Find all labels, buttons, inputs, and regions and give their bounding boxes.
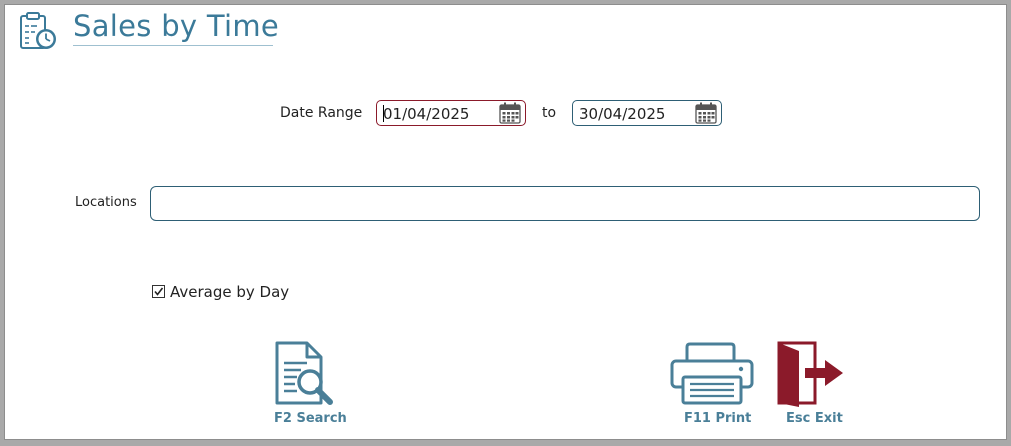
- calendar-icon[interactable]: [695, 102, 717, 124]
- sales-by-time-window: Sales by Time Date Range 01/04/2025 to 3…: [4, 4, 1007, 440]
- locations-label: Locations: [75, 195, 137, 210]
- average-by-day-checkbox[interactable]: [152, 285, 165, 298]
- title-underline: [73, 45, 273, 46]
- date-from-field[interactable]: 01/04/2025: [376, 100, 526, 126]
- document-search-icon: [273, 341, 343, 411]
- date-to-field[interactable]: 30/04/2025: [572, 100, 722, 126]
- exit-button[interactable]: Esc Exit: [775, 341, 847, 427]
- locations-field[interactable]: [150, 186, 980, 221]
- exit-door-icon: [775, 341, 847, 411]
- calendar-icon[interactable]: [499, 102, 521, 124]
- clipboard-clock-icon: [19, 10, 59, 52]
- date-to-value: 30/04/2025: [579, 105, 666, 123]
- exit-button-label: Esc Exit: [786, 411, 843, 426]
- average-by-day-label: Average by Day: [170, 283, 290, 301]
- print-button-label: F11 Print: [684, 411, 752, 426]
- date-from-value: 01/04/2025: [383, 105, 470, 123]
- date-range-label: Date Range: [280, 105, 363, 121]
- date-range-to-label: to: [542, 105, 557, 121]
- search-button[interactable]: F2 Search: [271, 341, 347, 427]
- print-button[interactable]: F11 Print: [667, 341, 755, 427]
- printer-icon: [669, 341, 755, 411]
- search-button-label: F2 Search: [274, 411, 347, 426]
- page-title: Sales by Time: [73, 9, 280, 43]
